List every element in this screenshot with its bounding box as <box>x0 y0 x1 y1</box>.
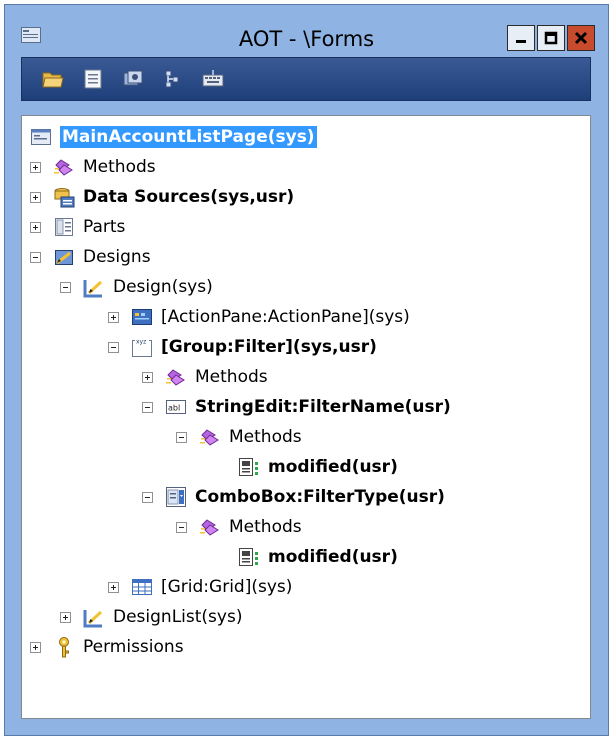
tree-node-label: Designs <box>83 247 151 267</box>
tree-node-label: Methods <box>229 427 302 447</box>
tree-node-label: MainAccountListPage(sys) <box>60 126 317 148</box>
close-button[interactable] <box>567 25 595 51</box>
parts-icon <box>55 218 73 236</box>
tree-node-data-sources[interactable]: Data Sources(sys,usr) <box>30 182 294 212</box>
keyboard-icon <box>202 70 224 87</box>
properties-icon <box>84 69 102 89</box>
tree-node-modified[interactable]: modified(usr) <box>238 452 398 482</box>
actionpane-icon <box>132 309 152 325</box>
tree-node-label: modified(usr) <box>268 547 398 567</box>
collapse-icon[interactable] <box>176 521 187 533</box>
expand-icon[interactable] <box>60 611 71 623</box>
collapse-icon[interactable] <box>108 341 119 353</box>
tree-node-label: Data Sources(sys,usr) <box>83 187 295 207</box>
method-icon <box>239 458 258 476</box>
tree-node-designlist[interactable]: DesignList(sys) <box>60 602 242 632</box>
tree-node-label: Methods <box>229 517 302 537</box>
method-icon <box>239 548 258 566</box>
tree-node-mainaccountlistpage[interactable]: MainAccountListPage(sys) <box>30 122 317 152</box>
toolbar <box>21 57 591 101</box>
open-folder-icon <box>42 72 64 88</box>
permissions-icon <box>59 637 69 658</box>
maximize-icon <box>544 31 558 45</box>
properties-button[interactable] <box>80 66 106 92</box>
expand-icon[interactable] <box>108 311 119 323</box>
expand-icon[interactable] <box>142 371 153 383</box>
minimize-icon <box>516 40 526 43</box>
collapse-icon[interactable] <box>176 431 187 443</box>
data-sources-icon <box>54 188 75 208</box>
expand-icon[interactable] <box>30 221 41 233</box>
tree-node-label: Design(sys) <box>113 277 213 297</box>
tree-node-design[interactable]: Design(sys) <box>60 272 213 302</box>
svg-text:xyz: xyz <box>136 339 146 346</box>
tree-node-methods[interactable]: Methods <box>176 512 302 542</box>
methods-icon <box>54 159 73 176</box>
collapse-icon[interactable] <box>142 491 153 503</box>
tree-node-methods[interactable]: Methods <box>30 152 156 182</box>
compile-icon <box>123 70 143 86</box>
tree-node-actionpane[interactable]: [ActionPane:ActionPane](sys) <box>108 302 410 332</box>
stringedit-icon: abl <box>166 400 186 414</box>
expand-icon[interactable] <box>30 641 41 653</box>
keyboard-button[interactable] <box>200 66 226 92</box>
design-icon <box>83 610 103 628</box>
designs-icon <box>55 250 73 265</box>
tree-node-grid[interactable]: [Grid:Grid](sys) <box>108 572 292 602</box>
tree-node-label: Methods <box>195 367 268 387</box>
tree-node-label: Methods <box>83 157 156 177</box>
tree-node-modified[interactable]: modified(usr) <box>238 542 398 572</box>
find-icon <box>165 70 179 88</box>
compile-button[interactable] <box>120 66 146 92</box>
collapse-icon[interactable] <box>30 251 41 263</box>
grid-icon <box>132 579 152 595</box>
minimize-button[interactable] <box>507 25 535 51</box>
close-icon <box>574 31 588 45</box>
form-icon <box>31 129 51 145</box>
tree-node-combobox-filtertype[interactable]: ComboBox:FilterType(usr) <box>142 482 445 512</box>
tree-node-label: ComboBox:FilterType(usr) <box>195 487 445 507</box>
collapse-icon[interactable] <box>60 281 71 293</box>
tree-node-label: [Grid:Grid](sys) <box>161 577 293 597</box>
tree-node-label: [Group:Filter](sys,usr) <box>161 337 377 357</box>
expand-icon[interactable] <box>108 581 119 593</box>
tree-node-group-filter[interactable]: xyz [Group:Filter](sys,usr) <box>108 332 377 362</box>
expand-icon[interactable] <box>30 161 41 173</box>
group-icon: xyz <box>132 337 152 357</box>
methods-icon <box>166 369 185 386</box>
tree-node-label: [ActionPane:ActionPane](sys) <box>161 307 410 327</box>
aot-window: AOT - \Forms MainAccountListPage(sys) Me… <box>4 4 609 736</box>
expand-icon[interactable] <box>30 191 41 203</box>
design-icon <box>83 280 103 298</box>
tree-node-designs[interactable]: Designs <box>30 242 151 272</box>
methods-icon <box>200 429 219 446</box>
aot-tree: MainAccountListPage(sys) Methods Data So… <box>21 115 591 719</box>
open-button[interactable] <box>40 66 66 92</box>
methods-icon <box>200 519 219 536</box>
tree-node-label: StringEdit:FilterName(usr) <box>195 397 451 417</box>
svg-text:abl: abl <box>168 404 180 413</box>
tree-node-methods[interactable]: Methods <box>176 422 302 452</box>
tree-node-label: DesignList(sys) <box>113 607 243 627</box>
tree-node-permissions[interactable]: Permissions <box>30 632 184 662</box>
tree-node-parts[interactable]: Parts <box>30 212 125 242</box>
tree-node-methods[interactable]: Methods <box>142 362 268 392</box>
maximize-button[interactable] <box>537 25 565 51</box>
find-button[interactable] <box>160 66 186 92</box>
collapse-icon[interactable] <box>142 401 153 413</box>
tree-node-stringedit-filtername[interactable]: abl StringEdit:FilterName(usr) <box>142 392 451 422</box>
tree-node-label: modified(usr) <box>268 457 398 477</box>
combobox-icon <box>166 487 186 507</box>
tree-node-label: Permissions <box>83 637 184 657</box>
tree-node-label: Parts <box>83 217 126 237</box>
